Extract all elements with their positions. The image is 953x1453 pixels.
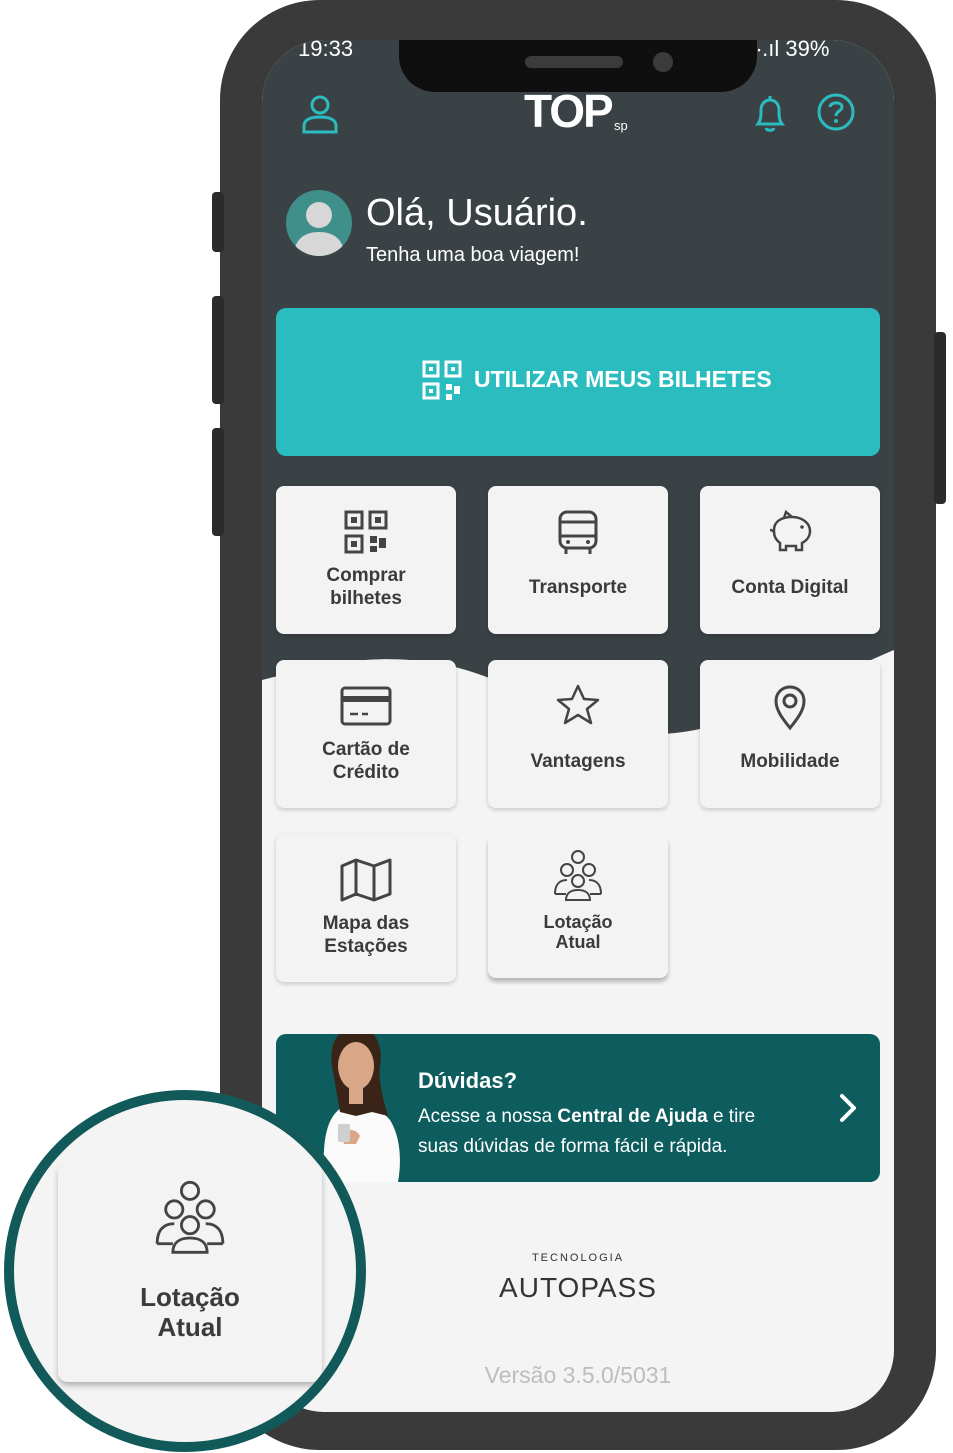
side-button-power	[934, 332, 946, 504]
tile-label: Vantagens	[530, 751, 626, 772]
help-center-banner[interactable]: Dúvidas? Acesse a nossa Central de Ajuda…	[276, 1034, 880, 1182]
tile-label: Lotação Atual	[543, 912, 613, 952]
zoomed-occupancy-tile: Lotação Atual	[58, 1162, 322, 1382]
map-icon	[340, 858, 392, 902]
signal-icon: ∙.ıl	[756, 40, 786, 61]
tile-label: Mapa das Estações	[322, 913, 410, 957]
tile-mobility[interactable]: Mobilidade	[700, 660, 880, 808]
side-button-volume-down	[212, 428, 224, 536]
bell-icon[interactable]	[748, 92, 792, 136]
tile-transport[interactable]: Transporte	[488, 486, 668, 634]
side-button-mute	[212, 192, 224, 252]
greeting-subtitle: Tenha uma boa viagem!	[366, 244, 580, 266]
tile-stations-map[interactable]: Mapa das Estações	[276, 834, 456, 982]
use-tickets-button[interactable]: UTILIZAR MEUS BILHETES	[276, 308, 880, 456]
greeting-title: Olá, Usuário.	[366, 192, 588, 234]
tile-current-occupancy[interactable]: Lotação Atual	[488, 834, 668, 978]
tile-benefits[interactable]: Vantagens	[488, 660, 668, 808]
status-battery: ∙.ıl 39%	[756, 40, 829, 62]
app-version: Versão 3.5.0/5031	[484, 1362, 672, 1388]
front-camera	[653, 52, 673, 72]
piggy-bank-icon	[769, 509, 812, 552]
chevron-right-icon[interactable]	[836, 1090, 860, 1126]
qr-code-icon	[344, 510, 388, 554]
zoomed-tile-label: Lotação Atual	[140, 1282, 240, 1342]
tile-label: Comprar bilhetes	[326, 565, 406, 609]
avatar-placeholder-icon	[294, 202, 344, 256]
help-title: Dúvidas?	[418, 1068, 518, 1093]
avatar[interactable]	[286, 190, 352, 256]
tile-label: Mobilidade	[740, 751, 840, 772]
star-icon	[556, 684, 600, 725]
tile-buy-tickets[interactable]: Comprar bilhetes	[276, 486, 456, 634]
tile-digital-account[interactable]: Conta Digital	[700, 486, 880, 634]
crowd-icon	[155, 1180, 225, 1254]
crowd-icon	[554, 850, 602, 901]
tile-credit-card[interactable]: Cartão de Crédito	[276, 660, 456, 808]
tile-label: Transporte	[528, 577, 628, 598]
side-button-volume-up	[212, 296, 224, 404]
phone-screen: 19:33 ∙.ıl 39% TOP sp Olá, Usuário. Tenh…	[262, 40, 894, 1412]
app-logo: TOP	[524, 85, 614, 137]
tile-label: Cartão de Crédito	[322, 739, 410, 783]
magnifier-callout: Lotação Atual	[4, 1090, 366, 1452]
tile-label: Conta Digital	[731, 577, 849, 598]
qr-code-icon	[422, 360, 462, 400]
use-tickets-label: UTILIZAR MEUS BILHETES	[474, 366, 772, 392]
app-logo-suffix: sp	[614, 118, 628, 133]
profile-icon[interactable]	[298, 92, 342, 136]
credit-card-icon	[340, 686, 392, 726]
earpiece	[525, 56, 623, 68]
help-icon[interactable]	[814, 90, 858, 134]
help-text: Acesse a nossa Central de Ajuda e tire s…	[418, 1106, 756, 1157]
bus-icon	[558, 510, 598, 554]
status-time: 19:33	[298, 40, 354, 61]
map-pin-icon	[774, 685, 806, 731]
